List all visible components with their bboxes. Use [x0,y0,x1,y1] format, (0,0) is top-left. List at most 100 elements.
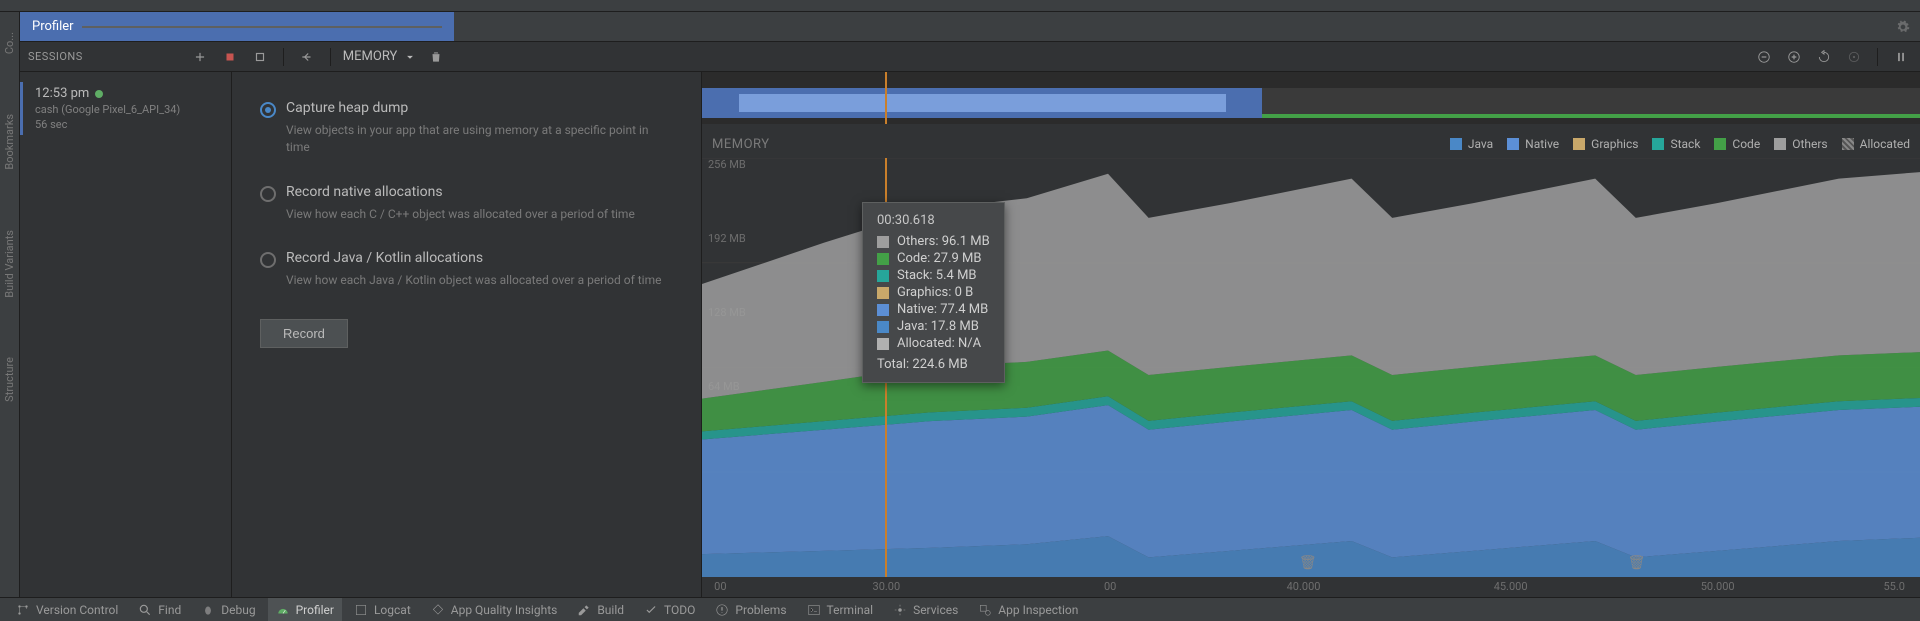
logcat-icon [354,603,368,617]
inspect-icon [978,603,992,617]
search-icon [138,603,152,617]
x-tick: 50.000 [1701,580,1735,593]
back-button[interactable] [296,46,318,68]
tab-profiler[interactable]: Profiler [20,12,454,41]
gauge-icon [276,603,290,617]
pause-button[interactable] [1890,46,1912,68]
reset-zoom-button[interactable] [1813,46,1835,68]
session-duration: 56 sec [35,118,219,131]
option-native-alloc[interactable]: Record native allocations View how each … [260,184,673,223]
terminal-icon [807,603,821,617]
tool-terminal[interactable]: Terminal [799,598,882,621]
refresh-icon [1817,50,1831,64]
rail-label: Build Variants [3,230,16,298]
zoom-out-button[interactable] [1753,46,1775,68]
profiler-search-input[interactable] [82,26,442,28]
radio-java-alloc[interactable] [260,252,276,268]
top-strip [0,0,1920,12]
legend-graphics: Graphics [1591,137,1638,151]
plus-icon [193,50,207,64]
diamond-icon [431,603,445,617]
rail-label: Bookmarks [3,114,16,170]
x-tick: 30.00 [873,580,901,593]
add-session-button[interactable] [189,46,211,68]
tooltip-row: Java: 17.8 MB [877,319,990,334]
tooltip-row: Allocated: N/A [877,336,990,351]
option-desc: View objects in your app that are using … [286,122,666,156]
option-java-alloc[interactable]: Record Java / Kotlin allocations View ho… [260,250,673,289]
x-tick: 40.000 [1287,580,1321,593]
minus-circle-icon [1757,50,1771,64]
tool-logcat[interactable]: Logcat [346,598,419,621]
legend-allocated: Allocated [1860,137,1910,151]
legend-stack: Stack [1670,137,1700,151]
session-item[interactable]: 12:53 pm cash (Google Pixel_6_API_34) 56… [20,82,231,135]
record-button[interactable]: Record [260,319,348,348]
playhead-marker[interactable] [885,72,887,124]
plus-circle-icon [1787,50,1801,64]
option-heap-dump[interactable]: Capture heap dump View objects in your a… [260,100,673,156]
end-session-button[interactable] [249,46,271,68]
tool-todo[interactable]: TODO [636,598,703,621]
tool-build[interactable]: Build [569,598,632,621]
chevron-down-icon [403,50,417,64]
branch-icon [16,603,30,617]
profiler-body: 12:53 pm cash (Google Pixel_6_API_34) 56… [20,72,1920,597]
session-time: 12:53 pm [35,86,89,101]
tooltip-row: Graphics: 0 B [877,285,990,300]
tooltip-row: Code: 27.9 MB [877,251,990,266]
stop-session-button[interactable] [219,46,241,68]
zoom-in-button[interactable] [1783,46,1805,68]
arrow-left-icon [300,50,314,64]
dropdown-label: MEMORY [343,49,398,64]
legend-code: Code [1732,137,1760,151]
tooltip-row: Others: 96.1 MB [877,234,990,249]
rail-item-structure[interactable]: Structure [3,357,16,402]
tool-profiler[interactable]: Profiler [268,598,342,621]
legend-java: Java [1468,137,1493,151]
profiler-settings-button[interactable] [1886,12,1920,41]
memory-chart-area[interactable]: MEMORY Java Native Graphics Stack Code O… [702,72,1920,597]
rail-item-top[interactable]: Co... [3,32,16,54]
profiler-tab-bar: Profiler [20,12,1920,42]
session-device: cash (Google Pixel_6_API_34) [35,103,219,116]
tooltip-time: 00:30.618 [877,213,990,228]
chart-legend: Java Native Graphics Stack Code Others A… [1450,137,1910,151]
tool-app-quality[interactable]: App Quality Insights [423,598,566,621]
rail-item-build-variants[interactable]: Build Variants [3,230,16,298]
x-tick: 00 [714,580,726,593]
x-tick: 00 [1104,580,1116,593]
timeline-minimap[interactable] [702,72,1920,124]
tool-app-inspection[interactable]: App Inspection [970,598,1086,621]
services-icon [893,603,907,617]
option-desc: View how each Java / Kotlin object was a… [286,272,661,289]
rail-item-bookmarks[interactable]: Bookmarks [3,114,16,170]
tool-find[interactable]: Find [130,598,189,621]
option-desc: View how each C / C++ object was allocat… [286,206,635,223]
tool-problems[interactable]: Problems [707,598,794,621]
option-title: Record native allocations [286,184,635,200]
legend-native: Native [1525,137,1559,151]
bottom-tool-bar: Version Control Find Debug Profiler Logc… [0,597,1920,621]
tool-services[interactable]: Services [885,598,966,621]
tool-version-control[interactable]: Version Control [8,598,126,621]
bug-icon [201,603,215,617]
x-tick: 45.000 [1494,580,1528,593]
rail-label: Structure [3,357,16,402]
memory-dropdown[interactable]: MEMORY [343,49,418,64]
target-icon [1847,50,1861,64]
stop-icon [223,50,237,64]
square-icon [253,50,267,64]
memory-tooltip: 00:30.618 Others: 96.1 MBCode: 27.9 MBSt… [862,202,1005,383]
zoom-selection-button[interactable] [1843,46,1865,68]
radio-native-alloc[interactable] [260,186,276,202]
tooltip-row: Native: 77.4 MB [877,302,990,317]
delete-button[interactable] [425,46,447,68]
option-title: Capture heap dump [286,100,666,116]
tool-debug[interactable]: Debug [193,598,263,621]
trash-icon [429,50,443,64]
live-dot-icon [95,90,103,98]
radio-heap-dump[interactable] [260,102,276,118]
chart-section-title: MEMORY [712,137,770,152]
check-icon [644,603,658,617]
